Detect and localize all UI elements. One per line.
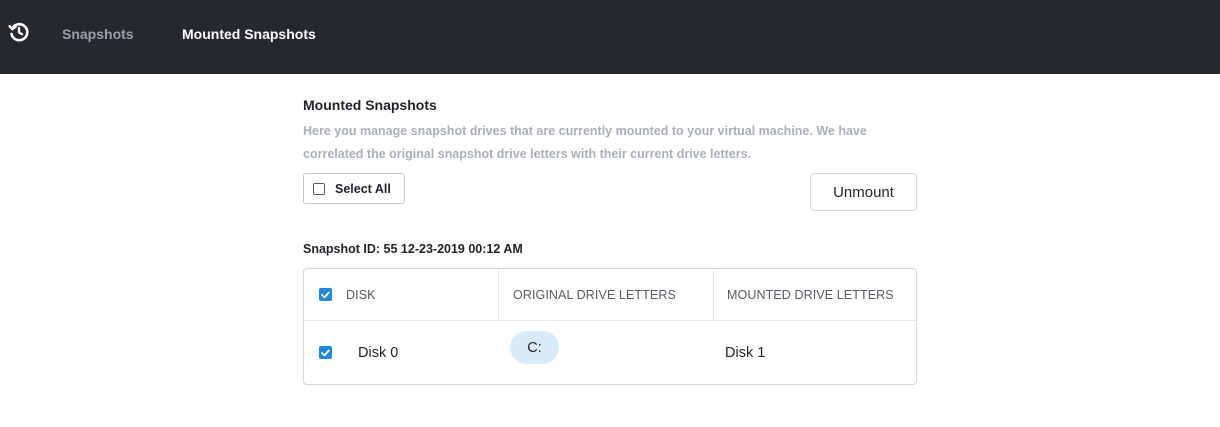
select-all-toggle[interactable]: Select All xyxy=(303,173,405,204)
header-select-checkbox[interactable] xyxy=(319,288,332,301)
main-content: Mounted Snapshots Here you manage snapsh… xyxy=(303,96,917,385)
table-header-row: DISK ORIGINAL DRIVE LETTERS MOUNTED DRIV… xyxy=(304,269,916,321)
history-clock-icon[interactable] xyxy=(8,21,30,43)
column-header-mounted-drive-letters: MOUNTED DRIVE LETTERS xyxy=(713,269,916,320)
select-all-checkbox[interactable] xyxy=(313,182,325,195)
page-title: Mounted Snapshots xyxy=(303,97,437,113)
top-nav-bar: Snapshots Mounted Snapshots xyxy=(0,0,1220,74)
column-header-original-drive-letters: ORIGINAL DRIVE LETTERS xyxy=(498,269,713,320)
snapshot-id-heading: Snapshot ID: 55 12-23-2019 00:12 AM xyxy=(303,242,523,256)
checkmark-icon xyxy=(321,349,330,356)
cell-mounted-drive-letter: Disk 1 xyxy=(725,344,766,361)
page-description: Here you manage snapshot drives that are… xyxy=(303,124,867,161)
column-header-disk: DISK xyxy=(346,287,376,302)
drive-letter-chip: C: xyxy=(510,331,559,364)
checkmark-icon xyxy=(321,291,330,298)
nav-tab-snapshots[interactable]: Snapshots xyxy=(62,26,134,42)
unmount-button[interactable]: Unmount xyxy=(810,173,917,211)
select-all-label: Select All xyxy=(335,181,391,196)
header-checkbox-cell xyxy=(304,288,345,301)
nav-tab-mounted-snapshots[interactable]: Mounted Snapshots xyxy=(182,26,316,42)
row-checkbox-cell xyxy=(304,346,345,359)
cell-disk: Disk 0 xyxy=(358,344,399,361)
mounted-drives-table: DISK ORIGINAL DRIVE LETTERS MOUNTED DRIV… xyxy=(303,268,917,385)
cell-original-drive-letter: C: xyxy=(497,321,712,384)
toolbar: Select All Unmount xyxy=(303,173,917,213)
table-row[interactable]: Disk 0 C: Disk 1 xyxy=(304,321,916,384)
row-select-checkbox[interactable] xyxy=(319,346,332,359)
